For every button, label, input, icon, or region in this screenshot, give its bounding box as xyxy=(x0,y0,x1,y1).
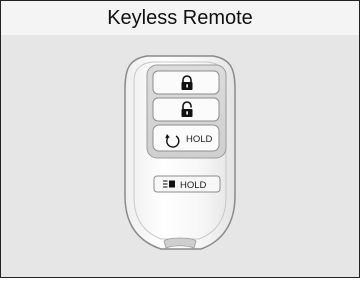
lock-button[interactable] xyxy=(152,70,220,95)
trunk-button[interactable]: HOLD xyxy=(153,175,221,193)
unlock-button[interactable] xyxy=(152,97,220,122)
keyless-remote-illustration: HOLD HOLD xyxy=(124,55,236,250)
keyless-remote: HOLD HOLD xyxy=(1,1,359,277)
illustration-frame: Keyless Remote HOLD HOLD xyxy=(0,0,360,278)
trunk-hold-label: HOLD xyxy=(180,180,207,191)
remote-start-hold-label: HOLD xyxy=(186,134,213,145)
remote-start-button[interactable]: HOLD xyxy=(152,124,220,152)
